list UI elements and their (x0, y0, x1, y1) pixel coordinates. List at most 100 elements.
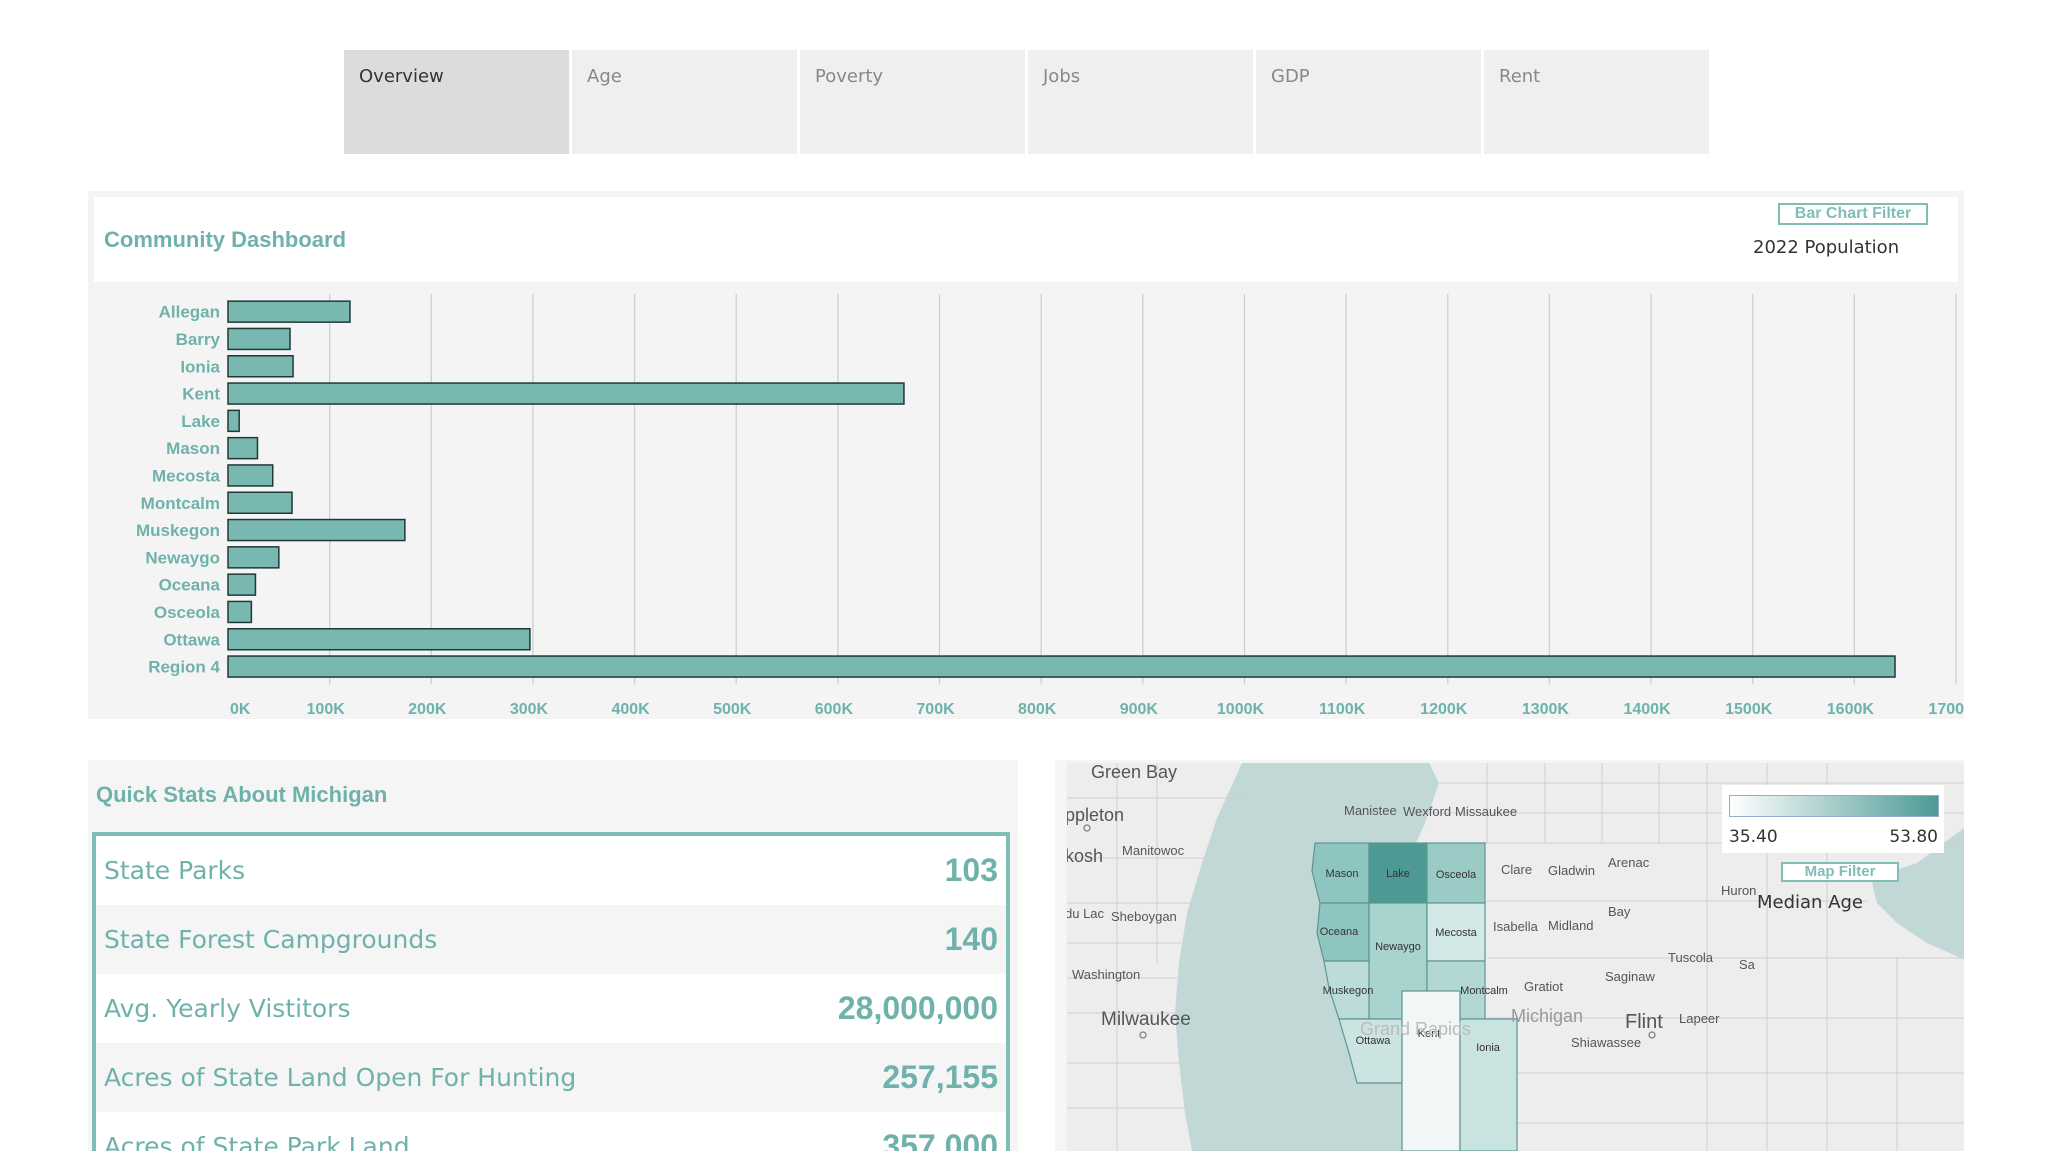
x-tick-label: 0K (230, 701, 251, 718)
x-tick-label: 1100K (1319, 701, 1366, 718)
stat-label: Acres of State Park Land (104, 1132, 410, 1151)
legend-min: 35.40 (1729, 827, 1778, 847)
category-label: Ottawa (163, 630, 220, 649)
county-label: Montcalm (1460, 985, 1508, 997)
county-label: Mason (1325, 868, 1358, 880)
category-label: Mecosta (152, 466, 221, 485)
bar (227, 327, 291, 351)
x-tick-label: 1600K (1827, 701, 1875, 718)
place-label: Gladwin (1548, 863, 1595, 878)
county-label: Muskegon (1323, 985, 1374, 997)
place-label: Clare (1501, 862, 1532, 877)
stat-label: State Forest Campgrounds (104, 925, 438, 954)
quick-stats-title: Quick Stats About Michigan (96, 782, 388, 807)
x-tick-label: 700K (916, 701, 955, 718)
category-label: Kent (182, 385, 220, 404)
place-label: Gratiot (1524, 979, 1563, 994)
stat-value: 357,000 (882, 1128, 998, 1151)
bar (227, 436, 259, 460)
tab-poverty[interactable]: Poverty (800, 50, 1025, 154)
tab-bar: Overview Age Poverty Jobs GDP Rent (344, 50, 1709, 154)
x-tick-label: 1300K (1522, 701, 1570, 718)
stat-row-hunting-acres: Acres of State Land Open For Hunting 257… (96, 1043, 1006, 1112)
category-label: Lake (181, 412, 220, 431)
place-label: Michigan (1511, 1006, 1583, 1026)
place-label: Shiawassee (1571, 1035, 1641, 1050)
x-tick-label: 1000K (1217, 701, 1265, 718)
tab-rent[interactable]: Rent (1484, 50, 1709, 154)
dashboard-title: Community Dashboard (104, 227, 347, 252)
category-label: Montcalm (141, 494, 220, 513)
place-label: kosh (1067, 846, 1103, 866)
x-tick-label: 300K (510, 701, 549, 718)
place-label: Midland (1548, 918, 1594, 933)
place-label: du Lac (1067, 906, 1105, 921)
x-tick-label: 1500K (1725, 701, 1773, 718)
category-label: Allegan (159, 303, 220, 322)
place-label: Isabella (1493, 919, 1539, 934)
x-tick-label: 400K (611, 701, 650, 718)
county-label: Osceola (1436, 869, 1477, 881)
category-label: Newaygo (145, 548, 220, 567)
bar-chart-filter-button[interactable]: Bar Chart Filter (1778, 203, 1928, 225)
tab-gdp[interactable]: GDP (1256, 50, 1481, 154)
category-label: Oceana (159, 576, 221, 595)
quick-stats-table: State Parks 103 State Forest Campgrounds… (92, 832, 1010, 1151)
category-label: Osceola (154, 603, 221, 622)
category-label: Mason (166, 439, 220, 458)
place-label: Milwaukee (1101, 1009, 1191, 1030)
stat-label: Acres of State Land Open For Hunting (104, 1063, 577, 1092)
x-tick-label: 100K (307, 701, 346, 718)
category-label: Muskegon (136, 521, 220, 540)
chart-header: Community Dashboard Bar Chart Filter 202… (94, 197, 1958, 282)
category-label: Ionia (180, 357, 220, 376)
tab-age[interactable]: Age (572, 50, 797, 154)
place-label: Lapeer (1679, 1011, 1720, 1026)
map-filter-button[interactable]: Map Filter (1781, 862, 1899, 882)
place-label: Missaukee (1455, 804, 1517, 819)
county-kent[interactable] (1401, 990, 1461, 1151)
bar (227, 464, 274, 487)
place-label: Flint (1625, 1011, 1663, 1033)
county-label: Mecosta (1435, 927, 1477, 939)
bar-chart-panel: Community Dashboard Bar Chart Filter 202… (88, 191, 1964, 719)
place-label: Green Bay (1091, 763, 1177, 782)
bar (227, 655, 1896, 678)
place-label: Huron (1721, 883, 1756, 898)
stat-row-state-parks: State Parks 103 (96, 836, 1006, 905)
place-label: Grand Rapids (1360, 1019, 1471, 1039)
stat-label: State Parks (104, 856, 246, 885)
median-age-legend: 35.40 53.80 (1722, 785, 1944, 853)
bar (227, 518, 406, 542)
x-tick-label: 1400K (1623, 701, 1671, 718)
tab-overview[interactable]: Overview (344, 50, 569, 154)
bar (227, 355, 294, 378)
x-tick-label: 800K (1018, 701, 1057, 718)
place-label: Manistee (1344, 803, 1397, 818)
x-tick-label: 1200K (1420, 701, 1468, 718)
legend-max: 53.80 (1889, 827, 1938, 847)
stat-value: 103 (944, 852, 998, 888)
x-tick-label: 1700K (1928, 701, 1964, 718)
place-label: Sheboygan (1111, 909, 1177, 924)
place-label: Arenac (1608, 855, 1650, 870)
place-label: Bay (1608, 904, 1631, 919)
bar (227, 573, 257, 596)
map-filter-value[interactable]: Median Age (1757, 892, 1863, 913)
place-label: Manitowoc (1122, 843, 1185, 858)
bar (227, 409, 240, 433)
quick-stats-panel: Quick Stats About Michigan State Parks 1… (88, 760, 1018, 1151)
tab-jobs[interactable]: Jobs (1028, 50, 1253, 154)
x-tick-label: 200K (408, 701, 447, 718)
stat-value: 140 (944, 921, 998, 957)
x-tick-label: 900K (1120, 701, 1159, 718)
county-label: Lake (1386, 868, 1410, 880)
stat-row-campgrounds: State Forest Campgrounds 140 (96, 905, 1006, 974)
bar (227, 600, 253, 624)
stat-row-visitors: Avg. Yearly Vistitors 28,000,000 (96, 974, 1006, 1043)
population-bar-chart: 0K 100K 200K 300K 400K 500K 600K 700K 800K 900K 10… (136, 294, 1964, 718)
bar-chart-filter-value[interactable]: 2022 Population (1753, 237, 1899, 258)
place-label: Tuscola (1668, 950, 1714, 965)
median-age-map-panel: Mason Lake Osceola Oceana Newaygo Mecost… (1055, 760, 1964, 1151)
bar (227, 382, 905, 405)
